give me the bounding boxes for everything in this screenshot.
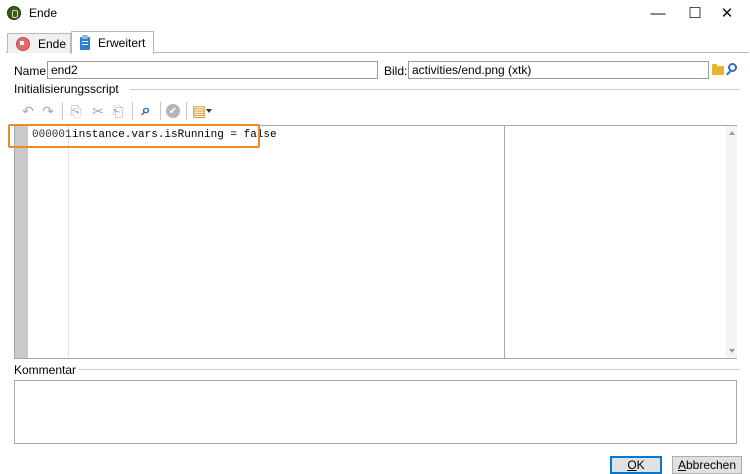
- cancel-button-label: bbrechen: [685, 458, 737, 472]
- search-icon[interactable]: [728, 63, 737, 72]
- ok-button-label: K: [636, 458, 645, 472]
- comment-section-label: Kommentar: [14, 363, 80, 377]
- tab-erweitert[interactable]: Erweitert: [71, 31, 154, 54]
- insert-field-icon[interactable]: ▤: [191, 103, 207, 120]
- app-logo-icon: [7, 6, 21, 20]
- tab-erweitert-label: Erweitert: [98, 36, 146, 50]
- toolbar-separator: [62, 102, 63, 120]
- script-section-line: [130, 89, 740, 90]
- script-editor[interactable]: [14, 125, 737, 359]
- scroll-up-icon[interactable]: [729, 131, 735, 135]
- ok-button-mnemonic: O: [627, 458, 637, 472]
- editor-gutter: [15, 126, 28, 358]
- ok-button[interactable]: OK: [610, 456, 662, 474]
- bild-label: Bild:: [384, 64, 408, 78]
- name-field[interactable]: end2: [47, 61, 378, 79]
- folder-icon[interactable]: [712, 64, 724, 75]
- bild-field[interactable]: activities/end.png (xtk): [408, 61, 709, 79]
- paste-icon[interactable]: ⎗: [110, 103, 126, 119]
- copy-icon[interactable]: ⎘: [68, 103, 84, 119]
- line-number-separator: [68, 126, 69, 358]
- editor-pane-divider: [504, 126, 505, 358]
- name-label: Name:: [14, 64, 50, 78]
- comment-section-line: [70, 369, 740, 370]
- editor-scrollbar[interactable]: [726, 126, 737, 358]
- clipboard-icon: [80, 34, 90, 50]
- dropdown-arrow-icon[interactable]: [206, 109, 212, 113]
- stop-icon: [16, 36, 30, 51]
- toolbar-separator: [160, 102, 161, 120]
- highlight-box: [8, 124, 260, 148]
- redo-icon[interactable]: ↷: [40, 103, 56, 119]
- toolbar-separator: [132, 102, 133, 120]
- cancel-button[interactable]: Abbrechen: [672, 456, 742, 474]
- comment-textarea[interactable]: [14, 380, 737, 444]
- window-title: Ende: [29, 6, 58, 20]
- cancel-button-mnemonic: A: [677, 458, 686, 472]
- close-button[interactable]: ✕: [704, 0, 750, 26]
- undo-icon[interactable]: ↶: [20, 103, 36, 119]
- scroll-down-icon[interactable]: [729, 349, 735, 353]
- toolbar-separator: [186, 102, 187, 120]
- tab-ende[interactable]: Ende: [7, 33, 71, 53]
- tab-ende-label: Ende: [38, 36, 67, 51]
- script-section-label: Initialisierungsscript: [14, 82, 122, 96]
- find-binoculars-icon[interactable]: ⌕: [138, 102, 154, 119]
- cut-icon[interactable]: ✂: [90, 103, 106, 119]
- check-syntax-icon[interactable]: ✔: [166, 104, 180, 118]
